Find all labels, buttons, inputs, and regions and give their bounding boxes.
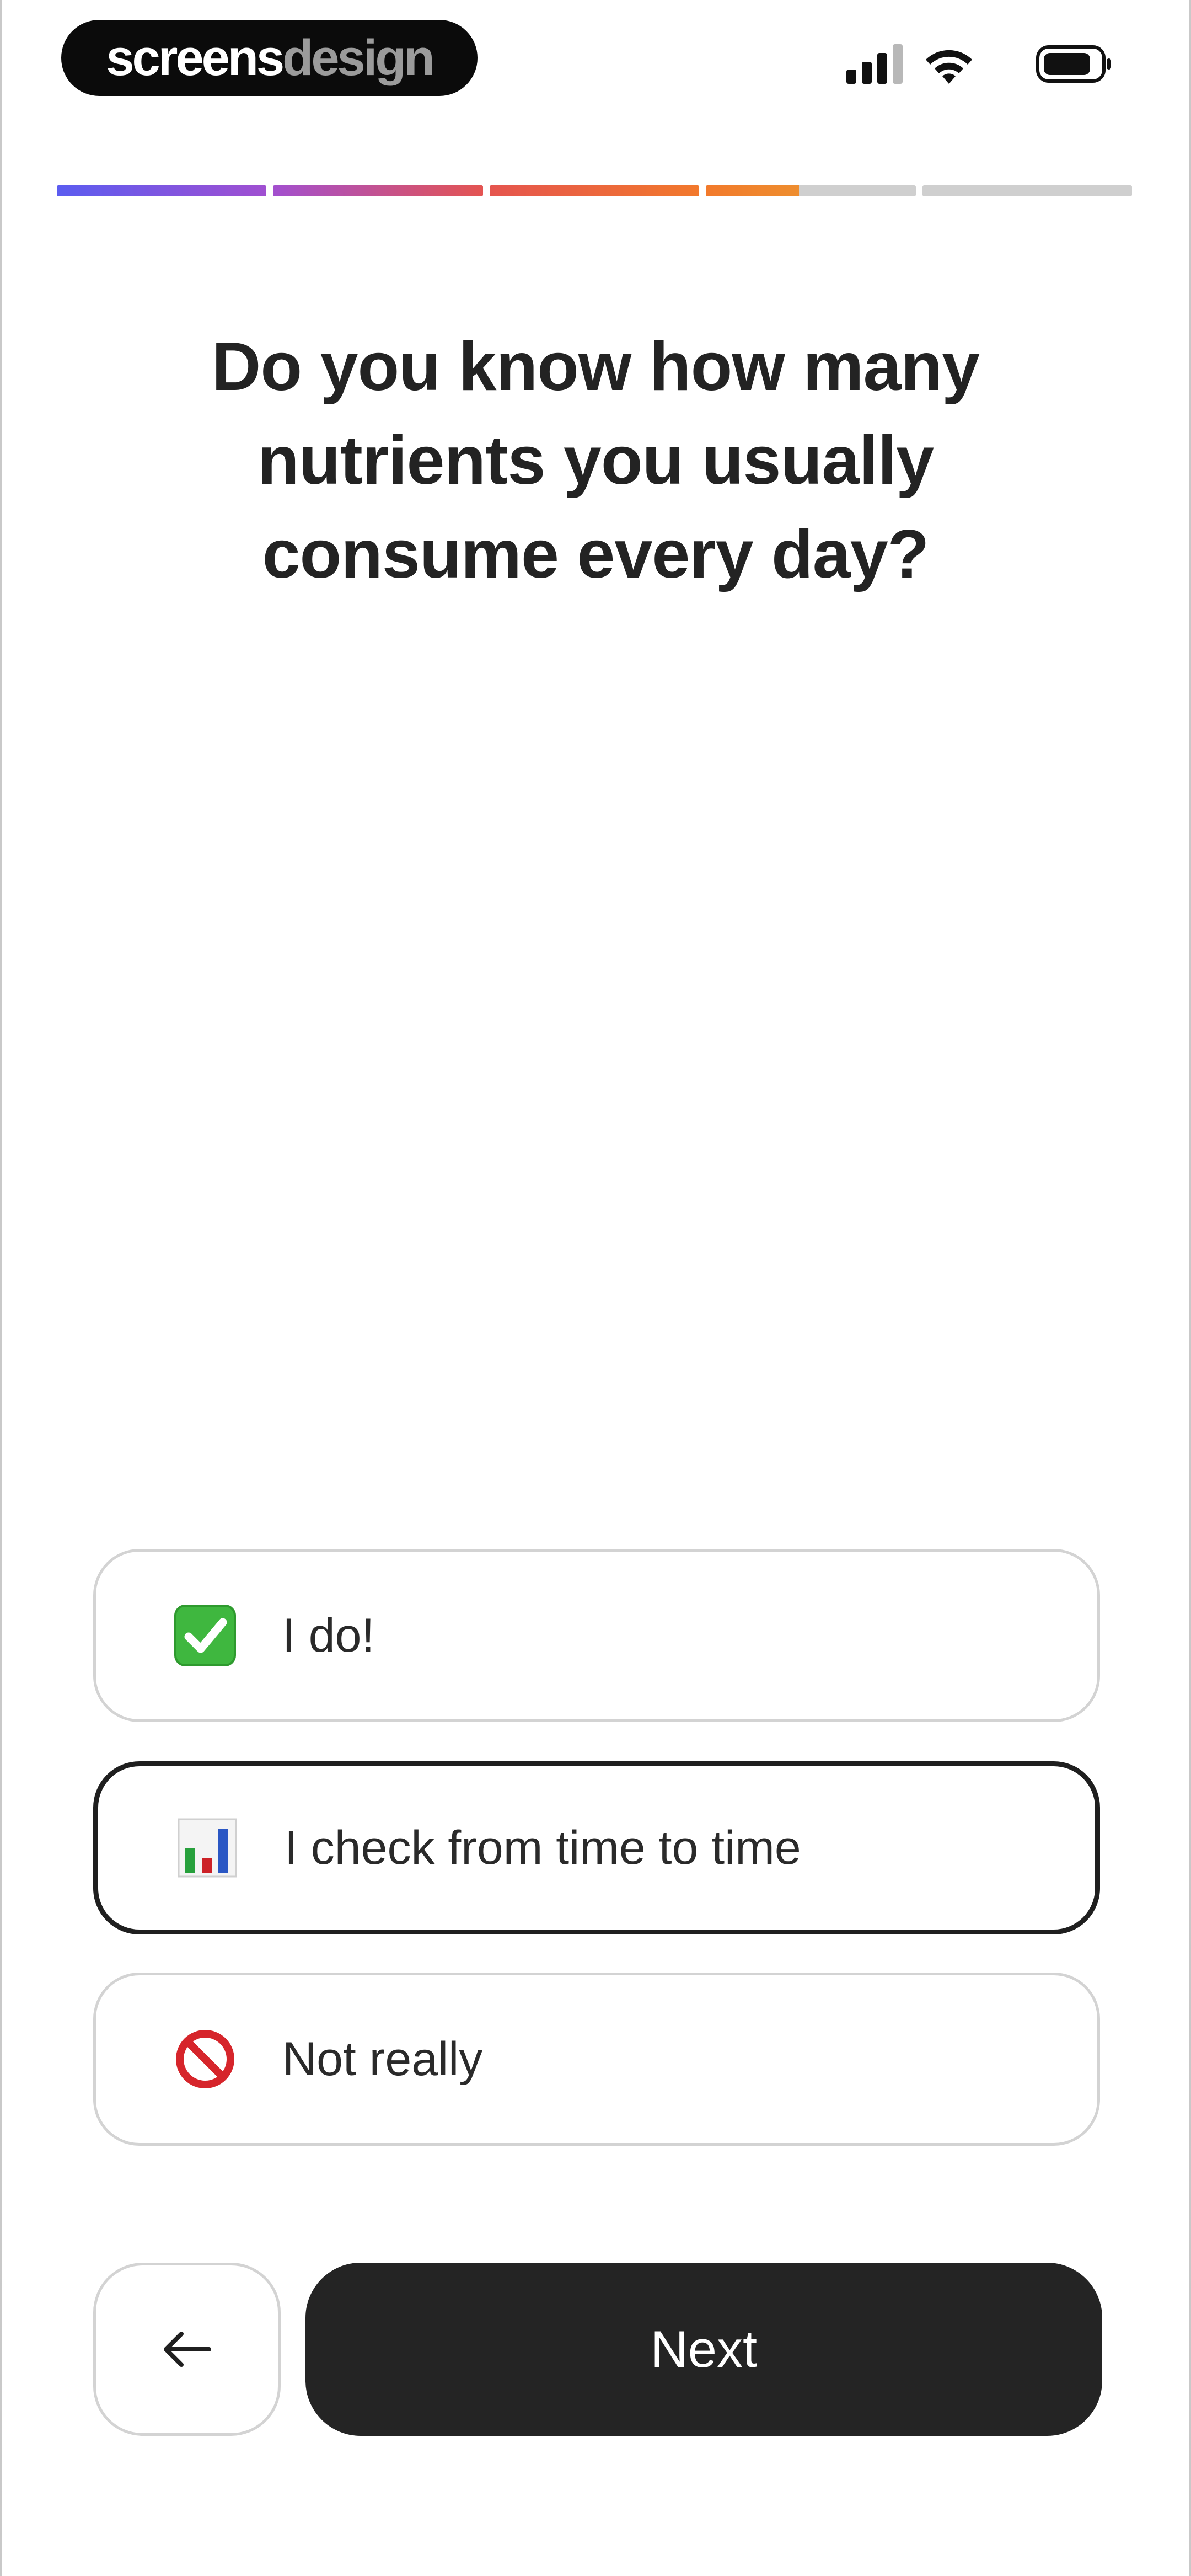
progress-segment (922, 185, 1133, 196)
cellular-signal-icon (846, 44, 903, 84)
page-title: Do you know how many nutrients you usual… (90, 320, 1101, 601)
option-label: I check from time to time (285, 1821, 801, 1874)
next-button[interactable]: Next (305, 2263, 1102, 2436)
brand-logo: screens design (61, 20, 478, 96)
back-button[interactable] (93, 2263, 281, 2436)
progress-bar (57, 185, 1133, 196)
progress-segment-fill (706, 185, 799, 196)
progress-segment (273, 185, 483, 196)
option-i-do[interactable]: I do! (93, 1549, 1100, 1722)
check-mark-icon (174, 1605, 236, 1666)
option-label: Not really (282, 2033, 483, 2086)
onboarding-screen: screens design Do you know how many nutri… (0, 0, 1191, 2576)
progress-segment (57, 185, 267, 196)
prohibited-icon (176, 2030, 234, 2088)
bar-chart-icon (178, 1818, 237, 1878)
option-not-really[interactable]: Not really (93, 1973, 1100, 2146)
next-button-label: Next (650, 2320, 758, 2378)
title-line-3: consume every day? (262, 516, 930, 592)
progress-segment-fill (273, 185, 483, 196)
option-check-from-time-to-time[interactable]: I check from time to time (93, 1761, 1100, 1934)
wifi-icon (926, 50, 972, 84)
arrow-left-icon (164, 2332, 211, 2367)
progress-segment-fill (57, 185, 267, 196)
title-line-1: Do you know how many (211, 329, 980, 405)
progress-segment (489, 185, 700, 196)
option-label: I do! (282, 1609, 375, 1662)
progress-segment-fill (489, 185, 700, 196)
brand-logo-part-1: screens (106, 30, 285, 86)
progress-segment (706, 185, 916, 196)
title-line-2: nutrients you usually (257, 423, 934, 499)
battery-icon (1036, 45, 1111, 83)
brand-logo-part-2: design (282, 30, 434, 86)
